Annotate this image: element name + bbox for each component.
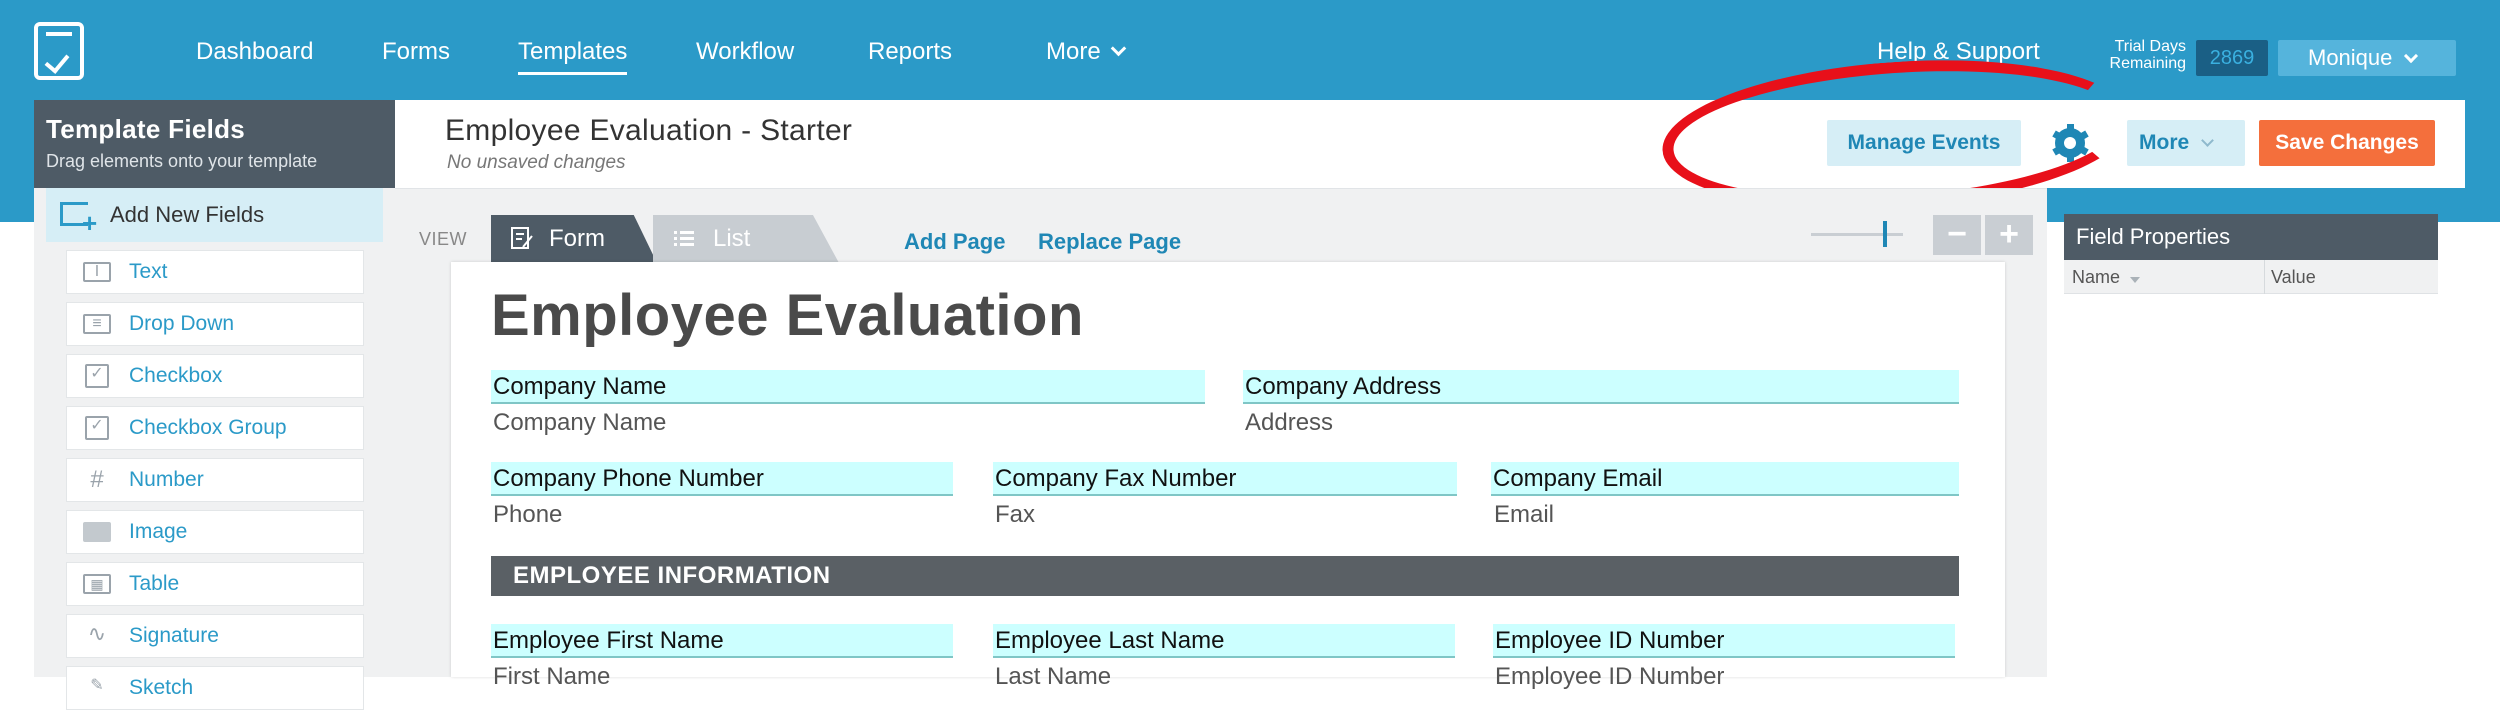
nav-forms[interactable]: Forms — [382, 38, 450, 66]
nav-templates[interactable]: Templates — [518, 38, 628, 75]
checkbox-icon: ✓ — [85, 364, 109, 388]
properties-column-header: Name Value — [2064, 260, 2438, 294]
field-item-label: Drop Down — [129, 312, 235, 335]
template-header: Employee Evaluation - Starter No unsaved… — [395, 100, 2465, 188]
replace-page-link[interactable]: Replace Page — [1038, 229, 1181, 255]
sort-caret-icon — [2130, 277, 2141, 283]
field-item-image[interactable]: Image — [66, 510, 364, 554]
user-menu-button[interactable]: Monique — [2278, 40, 2456, 76]
field-hint: Company Name — [493, 409, 667, 436]
document-title: Employee Evaluation — [491, 283, 1084, 348]
form-field-last-name[interactable]: Employee Last Name — [993, 624, 1455, 658]
field-item-number[interactable]: # Number — [66, 458, 364, 502]
field-item-label: Checkbox — [129, 364, 223, 387]
chevron-down-icon — [2201, 134, 2215, 147]
field-properties-title: Field Properties — [2064, 214, 2438, 260]
field-item-label: Text — [129, 260, 168, 283]
zoom-out-button[interactable]: − — [1933, 215, 1981, 255]
column-name-label: Name — [2072, 267, 2121, 287]
nav-dashboard[interactable]: Dashboard — [196, 38, 313, 66]
checkbox-group-icon: ✓ — [85, 416, 109, 440]
field-item-sketch[interactable]: ✎ Sketch — [66, 666, 364, 710]
form-field-company-phone[interactable]: Company Phone Number — [491, 462, 953, 496]
field-hint: Phone — [493, 501, 563, 528]
field-properties-panel: Field Properties Name Value — [2064, 214, 2438, 677]
field-item-label: Number — [129, 468, 204, 491]
nav-more-menu[interactable]: More — [1046, 38, 1126, 66]
signature-icon: ∿ — [87, 621, 107, 646]
table-icon: ▦ — [83, 574, 111, 594]
more-menu-button[interactable]: More — [2127, 120, 2245, 166]
trial-days-count: 2869 — [2196, 40, 2268, 76]
field-item-checkbox-group[interactable]: ✓ Checkbox Group — [66, 406, 364, 450]
template-title: Employee Evaluation - Starter — [445, 114, 853, 147]
field-hint: Email — [1494, 501, 1555, 528]
field-hint: Fax — [995, 501, 1036, 528]
field-item-text[interactable]: I Text — [66, 250, 364, 294]
tab-form[interactable]: Form — [491, 215, 657, 263]
plus-icon: + — [82, 208, 98, 238]
trial-line-2: Remaining — [2109, 55, 2186, 72]
zoom-in-button[interactable]: + — [1985, 215, 2033, 255]
image-icon — [83, 522, 111, 542]
sketch-icon: ✎ — [90, 677, 104, 694]
save-changes-button[interactable]: Save Changes — [2259, 120, 2435, 166]
field-item-checkbox[interactable]: ✓ Checkbox — [66, 354, 364, 398]
dropdown-icon: ≡ — [83, 314, 111, 334]
nav-reports[interactable]: Reports — [868, 38, 952, 66]
field-item-label: Table — [129, 572, 180, 595]
form-field-company-address[interactable]: Company Address — [1243, 370, 1959, 404]
form-field-company-name[interactable]: Company Name — [491, 370, 1205, 404]
field-item-signature[interactable]: ∿ Signature — [66, 614, 364, 658]
chevron-down-icon — [1110, 40, 1126, 57]
nav-more-label: More — [1046, 38, 1101, 65]
field-item-label: Checkbox Group — [129, 416, 287, 439]
template-fields-sidebar: Template Fields Drag elements onto your … — [34, 100, 395, 710]
tab-list-label: List — [713, 225, 751, 252]
more-label: More — [2139, 131, 2190, 154]
form-field-company-fax[interactable]: Company Fax Number — [993, 462, 1457, 496]
field-hint: Last Name — [995, 663, 1112, 690]
form-icon — [511, 227, 533, 249]
tab-form-label: Form — [549, 225, 605, 252]
field-hint: Address — [1245, 409, 1334, 436]
sidebar-title: Template Fields — [46, 114, 246, 144]
column-value: Value — [2264, 260, 2316, 294]
template-page: Employee Evaluation Company Name Company… — [451, 262, 2005, 690]
section-header: EMPLOYEE INFORMATION — [491, 556, 1959, 596]
zoom-slider-handle[interactable] — [1883, 221, 1887, 247]
nav-workflow[interactable]: Workflow — [696, 38, 794, 66]
add-new-fields-header[interactable]: + Add New Fields — [46, 188, 383, 242]
user-name: Monique — [2308, 45, 2393, 70]
trial-line-1: Trial Days — [2114, 38, 2186, 55]
list-icon — [674, 231, 694, 246]
field-item-table[interactable]: ▦ Table — [66, 562, 364, 606]
field-item-label: Signature — [129, 624, 219, 647]
view-label: VIEW — [419, 229, 468, 249]
form-field-first-name[interactable]: Employee First Name — [491, 624, 953, 658]
chevron-down-icon — [2404, 48, 2419, 64]
trial-days-label: Trial Days Remaining — [2096, 38, 2186, 72]
field-hint: First Name — [493, 663, 611, 690]
text-field-icon: I — [83, 262, 111, 282]
field-item-drop-down[interactable]: ≡ Drop Down — [66, 302, 364, 346]
field-item-label: Image — [129, 520, 188, 543]
add-page-link[interactable]: Add Page — [904, 229, 1005, 255]
form-field-employee-id[interactable]: Employee ID Number — [1493, 624, 1955, 658]
add-new-fields-label: Add New Fields — [110, 202, 265, 227]
hash-icon: # — [90, 466, 104, 493]
sidebar-subtitle: Drag elements onto your template — [46, 151, 318, 171]
field-hint: Employee ID Number — [1495, 663, 1725, 690]
field-item-label: Sketch — [129, 676, 194, 699]
form-field-company-email[interactable]: Company Email — [1491, 462, 1959, 496]
app-logo-icon[interactable] — [34, 22, 84, 80]
save-status: No unsaved changes — [447, 152, 626, 173]
column-name[interactable]: Name — [2072, 260, 2141, 294]
tab-list[interactable]: List — [653, 215, 839, 263]
sidebar-header: Template Fields Drag elements onto your … — [34, 100, 395, 188]
zoom-slider[interactable] — [1811, 233, 1903, 236]
